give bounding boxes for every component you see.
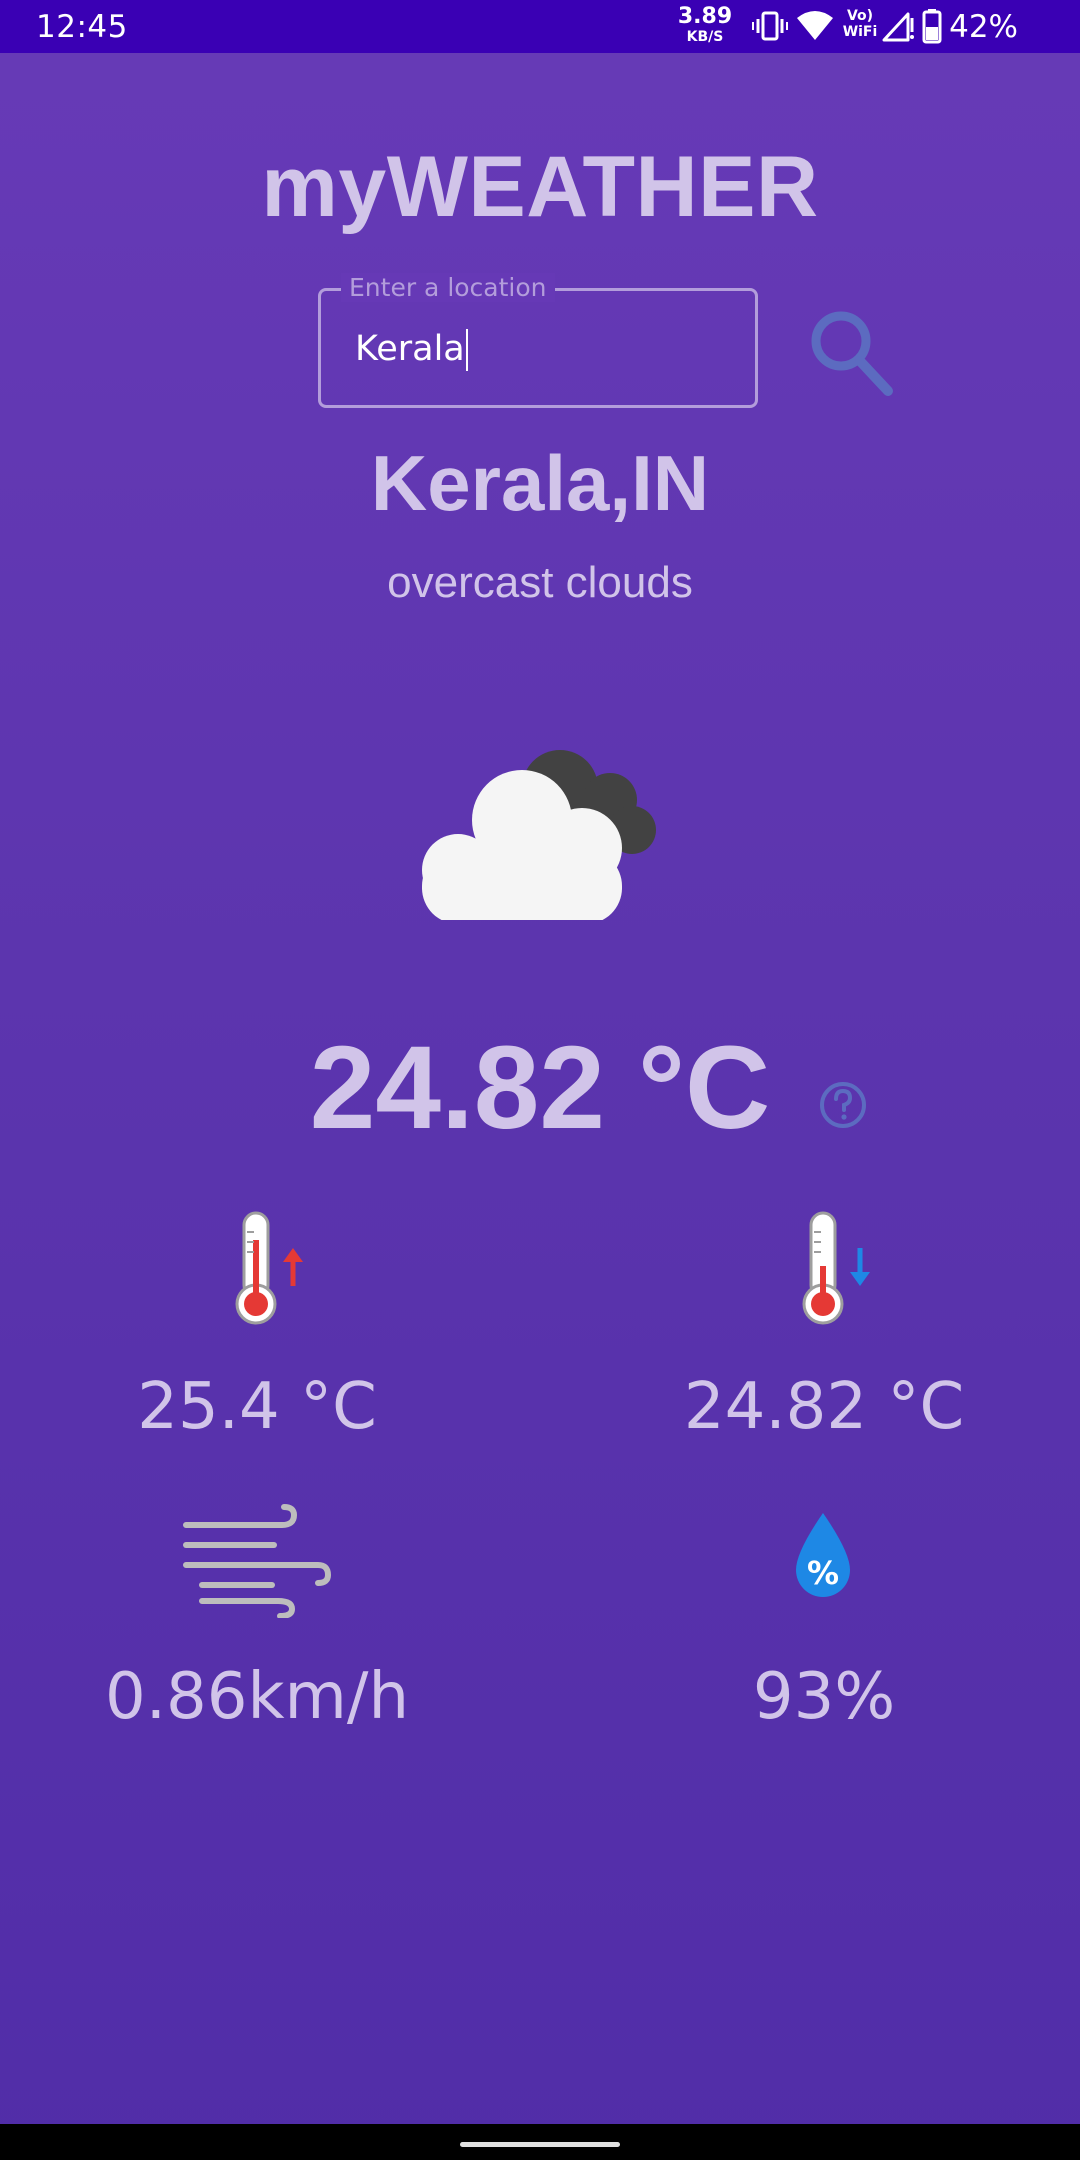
network-speed-unit: KB/S (686, 29, 724, 45)
battery-icon (922, 9, 942, 44)
max-temperature-value: 25.4 °C (137, 1370, 377, 1444)
vowifi-label-bottom: WiFi (842, 24, 878, 40)
status-icons: 3.89 KB/S Vo) WiFi 42% (660, 0, 1080, 53)
text-caret (465, 329, 468, 371)
humidity-icon: % (796, 1513, 850, 1597)
navigation-bar (0, 2124, 1080, 2160)
help-circle-icon[interactable] (818, 1080, 868, 1130)
vowifi-icon: Vo) WiFi (842, 9, 878, 39)
wind-icon (183, 1504, 332, 1618)
max-temperature-icon (235, 1211, 303, 1325)
overcast-cloud-icon (422, 750, 656, 920)
wifi-icon (797, 11, 833, 40)
weather-description: overcast clouds (387, 558, 693, 607)
location-input-label: Enter a location (341, 273, 555, 302)
network-speed-value: 3.89 (677, 4, 733, 29)
signal-icon (882, 12, 914, 42)
city-name: Kerala,IN (370, 439, 710, 527)
current-temperature: 24.82 °C (309, 1022, 771, 1154)
location-input-value[interactable]: Kerala (355, 329, 468, 371)
min-temperature-icon (802, 1211, 870, 1325)
home-gesture-handle[interactable] (460, 2142, 620, 2147)
app-title: myWEATHER (261, 139, 819, 235)
min-temperature-value: 24.82 °C (683, 1370, 965, 1444)
location-input[interactable]: Enter a location Kerala (318, 273, 758, 408)
status-time: 12:45 (36, 9, 128, 45)
location-input-text: Kerala (355, 329, 465, 369)
humidity-icon-percent: % (807, 1554, 839, 1592)
weather-screen: 12:45 3.89 KB/S Vo) WiFi 42% myWEATHER E… (0, 0, 1080, 2160)
status-bar: 12:45 3.89 KB/S Vo) WiFi 42% (0, 0, 1080, 53)
humidity-value: 93% (752, 1660, 896, 1734)
battery-percent: 42% (949, 9, 1018, 45)
search-icon (811, 311, 893, 396)
search-button[interactable] (805, 305, 895, 400)
wind-speed-value: 0.86km/h (104, 1660, 410, 1734)
vowifi-label-top: Vo) (846, 8, 874, 24)
network-speed: 3.89 KB/S (670, 4, 740, 45)
vibrate-icon (752, 11, 788, 41)
